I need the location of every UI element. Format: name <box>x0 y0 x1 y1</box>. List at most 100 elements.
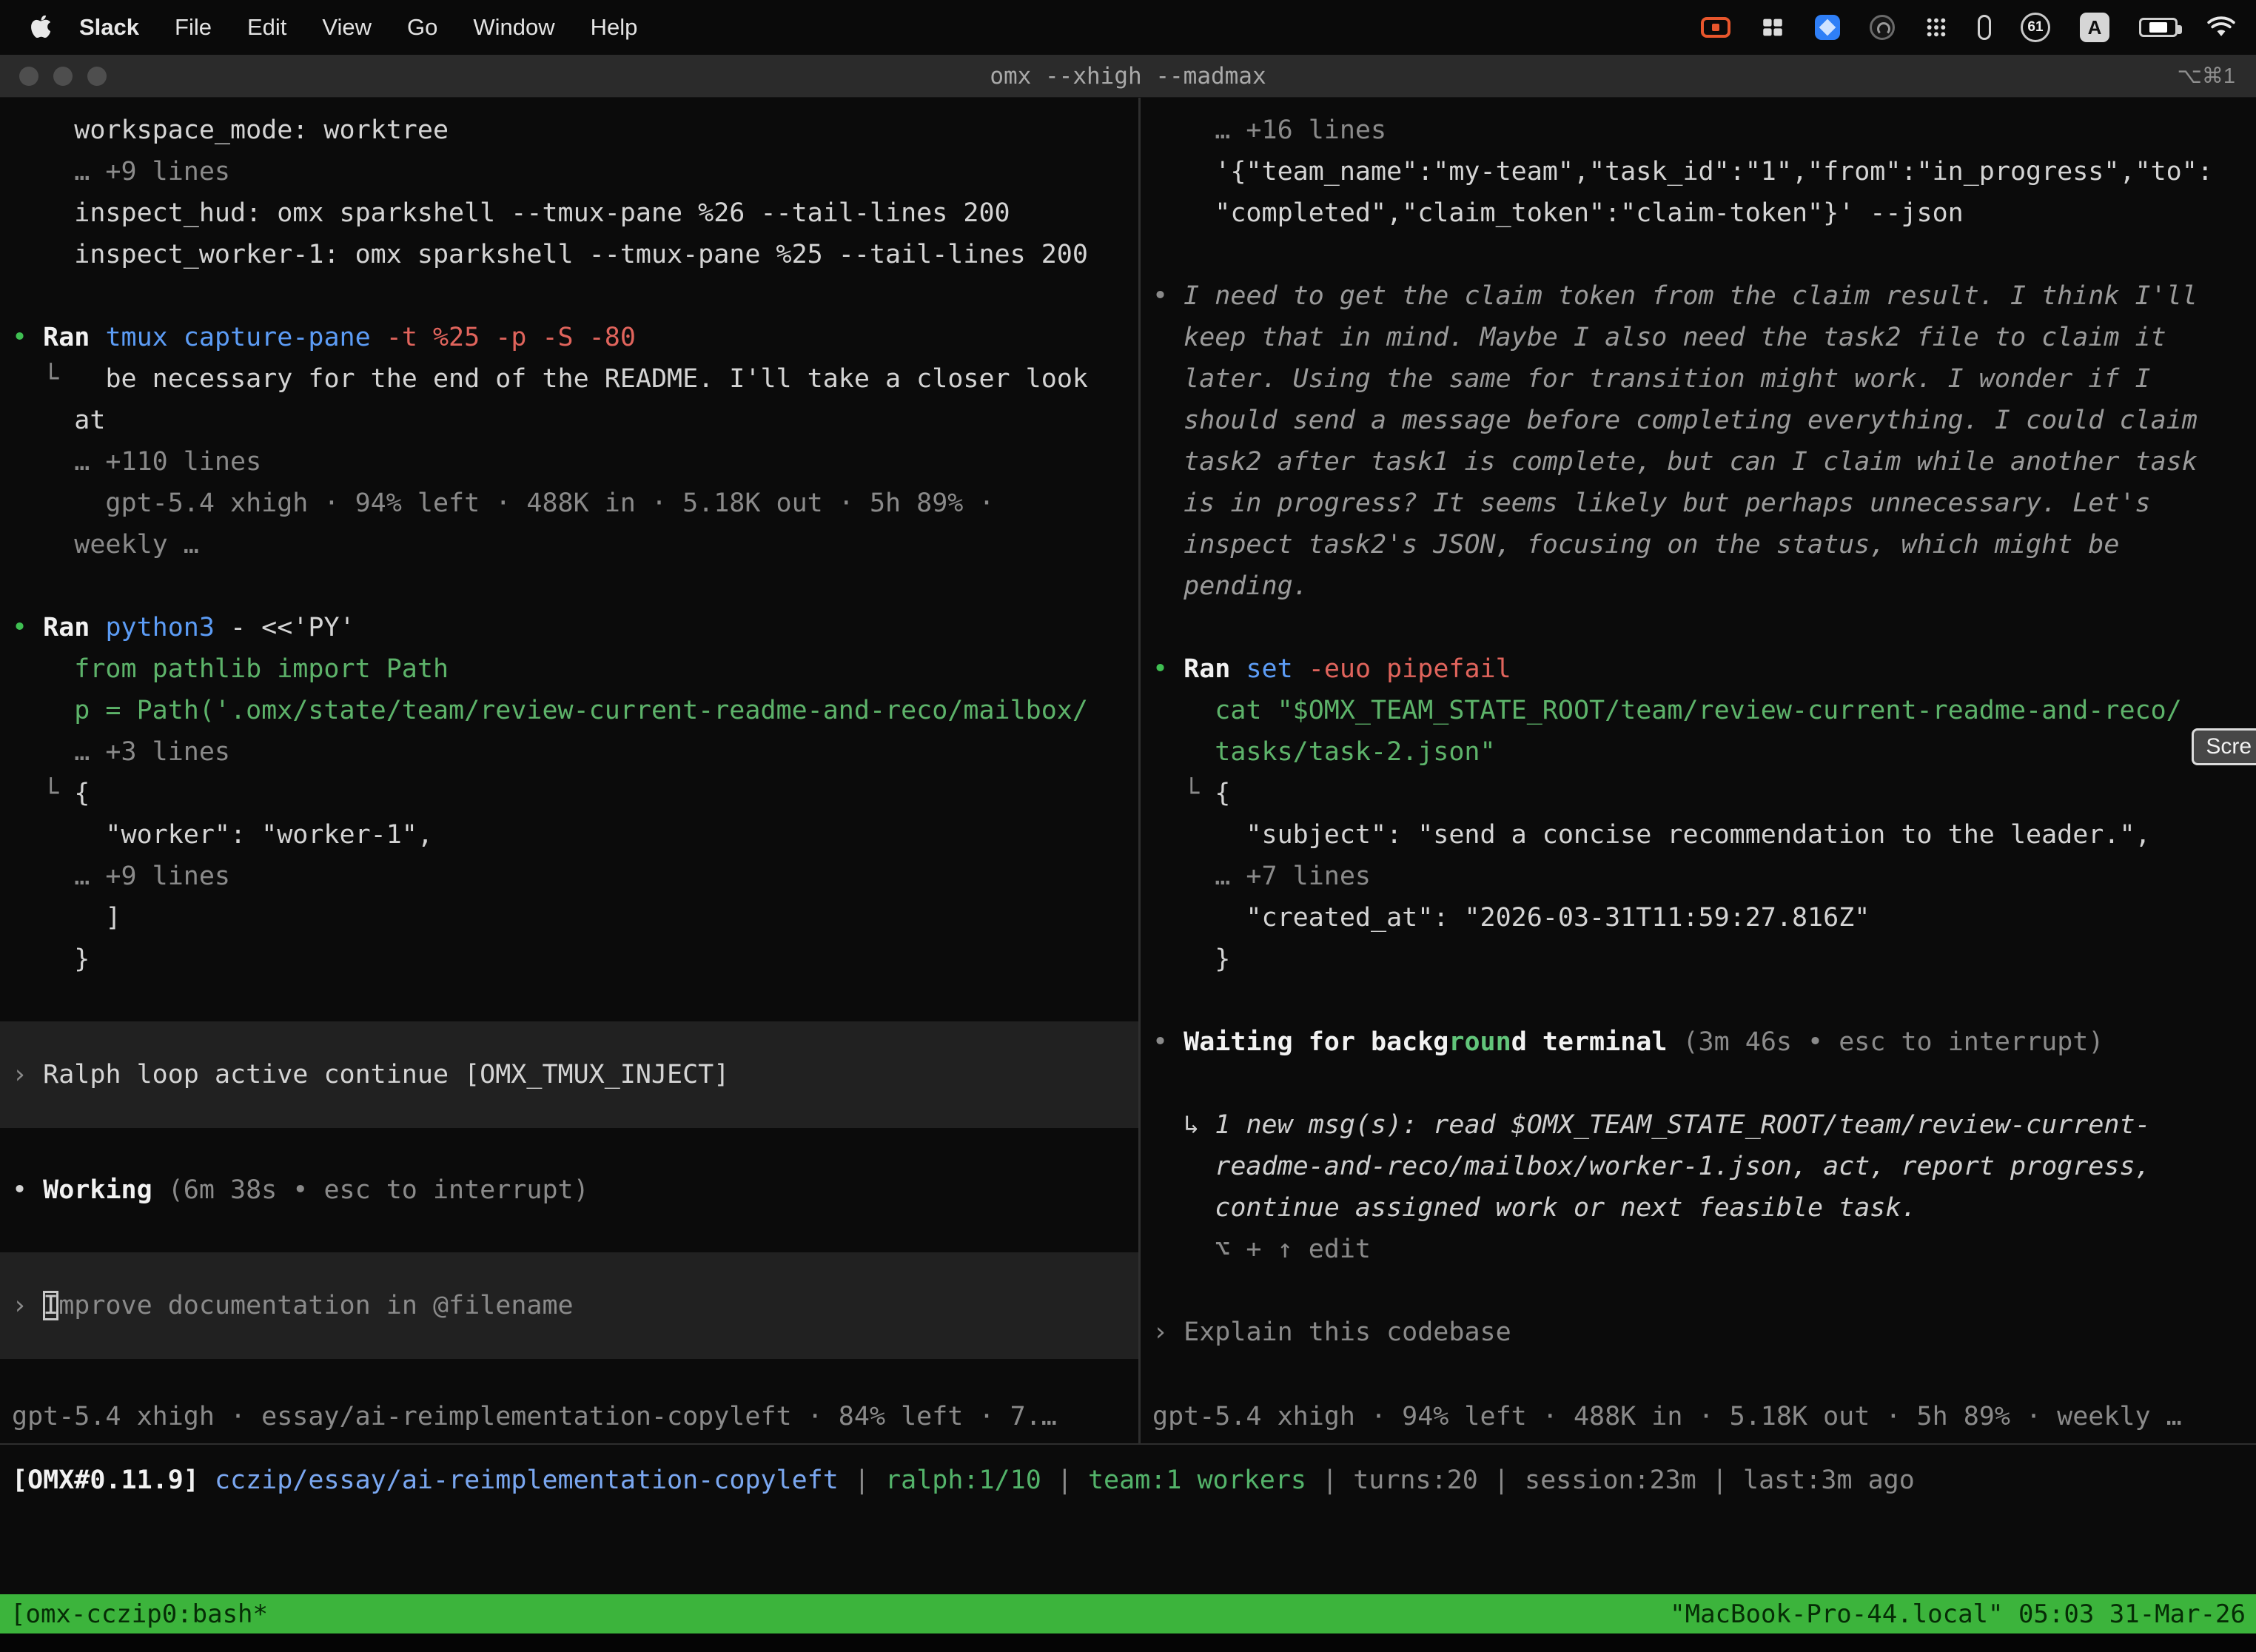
minimize-button[interactable] <box>53 67 73 86</box>
terminal-line: task2 after task1 is complete, but can I… <box>1141 441 2256 483</box>
zoom-button[interactable] <box>87 67 107 86</box>
terminal-line <box>1141 1270 2256 1312</box>
menubar-status-icons: 61 A <box>1701 13 2235 42</box>
dark-app-icon[interactable] <box>1870 15 1895 40</box>
battery-percent-value: 61 <box>2027 19 2043 36</box>
screen-edge-tooltip: Scre <box>2192 728 2256 765</box>
terminal-line: is in progress? It seems likely but perh… <box>1141 483 2256 524</box>
menu-file[interactable]: File <box>157 14 229 41</box>
terminal-text: cat "$OMX_TEAM_STATE_ROOT/team/review-cu… <box>1152 696 2182 725</box>
terminal-text: set <box>1246 654 1308 684</box>
terminal-line: • Ran python3 - <<'PY' <box>0 607 1138 648</box>
terminal-line: └ { <box>1141 773 2256 814</box>
terminal-line <box>0 275 1138 317</box>
terminal-text: inspect task2's JSON, focusing on the st… <box>1152 530 2119 560</box>
terminal-text: -euo pipefail <box>1309 654 1511 684</box>
terminal-line: } <box>1141 939 2256 980</box>
terminal-text: session:23m <box>1525 1465 1696 1495</box>
terminal-text: └ <box>12 364 105 394</box>
omx-status-line: [OMX#0.11.9] cczip/essay/ai-reimplementa… <box>0 1445 2256 1516</box>
terminal-text: readme-and-reco/mailbox/worker-1.json, a… <box>1152 1152 2151 1181</box>
terminal-line: workspace_mode: worktree <box>0 110 1138 151</box>
terminal-line: gpt-5.4 xhigh · 94% left · 488K in · 5.1… <box>0 483 1138 524</box>
terminal-text: team:1 workers <box>1088 1465 1306 1495</box>
terminal-line: weekly … <box>0 524 1138 565</box>
apple-icon <box>31 16 51 40</box>
terminal-line: inspect_hud: omx sparkshell --tmux-pane … <box>0 192 1138 234</box>
terminal-text: keep that in mind. Maybe I also need the… <box>1152 323 2166 352</box>
terminal-line: tasks/task-2.json" <box>1141 731 2256 773</box>
terminal-text: I need to get the claim token from the c… <box>1184 281 2198 311</box>
terminal-text: is in progress? It seems likely but perh… <box>1152 488 2151 518</box>
right-pane-status-footer: gpt-5.4 xhigh · 94% left · 488K in · 5.1… <box>1152 1402 2182 1431</box>
terminal-line <box>0 980 1138 1021</box>
terminal-text: └ <box>12 779 74 808</box>
menu-edit[interactable]: Edit <box>229 14 304 41</box>
battery-icon[interactable] <box>2139 18 2178 37</box>
menu-go[interactable]: Go <box>389 14 455 41</box>
terminal-text: | <box>839 1465 885 1495</box>
left-pane-status-footer: gpt-5.4 xhigh · essay/ai-reimplementatio… <box>12 1402 1057 1431</box>
terminal-window: omx --xhigh --madmax ⌥⌘1 workspace_mode:… <box>0 55 2256 1652</box>
right-terminal-pane[interactable]: … +16 lines '{"team_name":"my-team","tas… <box>1141 98 2256 1443</box>
terminal-text: at <box>12 406 105 435</box>
terminal-text: • <box>12 613 43 642</box>
terminal-text: Ralph loop active continue [OMX_TMUX_INJ… <box>43 1060 729 1089</box>
battery-fill <box>2149 22 2168 33</box>
terminal-line: • Ran set -euo pipefail <box>1141 648 2256 690</box>
terminal-line: … +9 lines <box>0 151 1138 192</box>
terminal-text: Ran <box>43 613 105 642</box>
tmux-host-clock: "MacBook-Pro-44.local" 05:03 31-Mar-26 <box>1670 1599 2246 1629</box>
menu-help[interactable]: Help <box>573 14 656 41</box>
terminal-text: mprove documentation in @filename <box>58 1291 573 1320</box>
terminal-line: • Ran tmux capture-pane -t %25 -p -S -80 <box>0 317 1138 358</box>
menu-view[interactable]: View <box>304 14 389 41</box>
terminal-line: at <box>0 400 1138 441</box>
window-title: omx --xhigh --madmax <box>0 63 2256 90</box>
terminal-text: … +9 lines <box>12 862 230 891</box>
window-grid-icon[interactable] <box>1760 15 1785 40</box>
terminal-line <box>0 1211 1138 1252</box>
menu-window[interactable]: Window <box>455 14 572 41</box>
apple-menu[interactable] <box>21 16 61 40</box>
terminal-text: [OMX#0.11.9] <box>12 1465 199 1495</box>
screen-recording-indicator-icon[interactable] <box>1701 17 1730 38</box>
terminal-line: └ be necessary for the end of the README… <box>0 358 1138 400</box>
omx-session-status: [OMX#0.11.9] cczip/essay/ai-reimplementa… <box>0 1460 2256 1501</box>
battery-percent-icon[interactable]: 61 <box>2021 13 2050 42</box>
terminal-text: from pathlib import Path <box>12 654 449 684</box>
terminal-line <box>1141 234 2256 275</box>
left-terminal-pane[interactable]: workspace_mode: worktree … +9 lines insp… <box>0 98 1138 1443</box>
terminal-line: … +9 lines <box>0 856 1138 897</box>
terminal-text: … +16 lines <box>1152 115 1386 145</box>
terminal-text: { <box>74 779 90 808</box>
prompt-input[interactable]: › Improve documentation in @filename <box>0 1252 1138 1359</box>
terminal-text: } <box>12 944 90 974</box>
terminal-text: • <box>1152 654 1184 684</box>
close-button[interactable] <box>19 67 38 86</box>
dots-grid-icon[interactable] <box>1924 16 1948 39</box>
terminal-text: ⌥ + ↑ edit <box>1152 1235 1371 1264</box>
terminal-line: '{"team_name":"my-team","task_id":"1","f… <box>1141 151 2256 192</box>
terminal-text: "created_at": "2026-03-31T11:59:27.816Z" <box>1152 903 1870 933</box>
active-app-name[interactable]: Slack <box>61 14 157 41</box>
input-source-icon[interactable]: A <box>2080 13 2109 42</box>
terminal-line: inspect task2's JSON, focusing on the st… <box>1141 524 2256 565</box>
tmux-session-label: [omx-cczip0:bash* <box>10 1599 268 1629</box>
wifi-icon[interactable] <box>2207 16 2235 38</box>
blue-app-icon[interactable] <box>1815 15 1840 40</box>
key-icon[interactable] <box>1978 15 1991 40</box>
window-titlebar[interactable]: omx --xhigh --madmax ⌥⌘1 <box>0 55 2256 98</box>
terminal-text: … +110 lines <box>12 447 261 477</box>
suggestion-explain-codebase[interactable]: › Explain this codebase <box>1141 1312 2256 1353</box>
terminal-text: › <box>12 1060 43 1089</box>
terminal-text: gpt-5.4 xhigh · 94% left · 488K in · 5.1… <box>12 488 995 518</box>
terminal-text: tmux capture-pane <box>105 323 386 352</box>
terminal-text: • <box>1152 281 1184 311</box>
terminal-text: └ <box>1152 779 1215 808</box>
terminal-text: - <<'PY' <box>230 613 355 642</box>
terminal-text: • <box>12 1175 43 1205</box>
terminal-line: └ { <box>0 773 1138 814</box>
terminal-text: ↳ <box>1152 1110 1215 1140</box>
terminal-line: ⌥ + ↑ edit <box>1141 1229 2256 1270</box>
